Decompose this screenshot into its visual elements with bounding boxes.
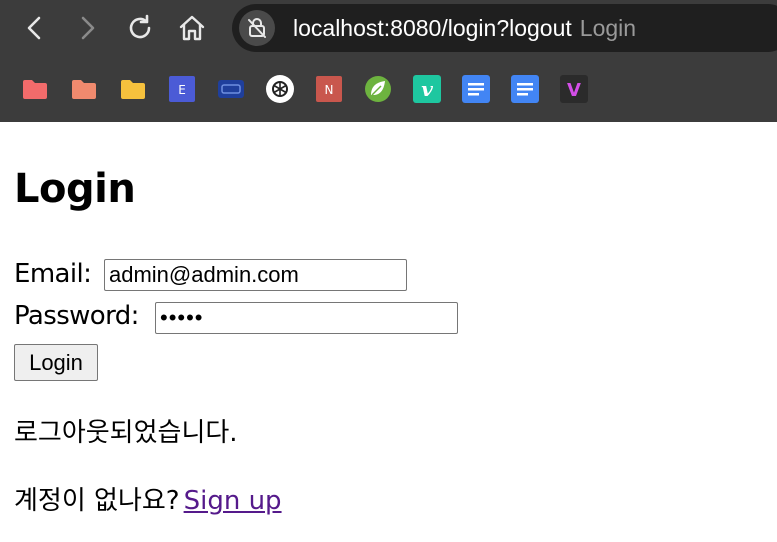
page-tab-title: Login (579, 15, 637, 41)
docs-icon (511, 75, 539, 103)
bookmark-n-app[interactable]: N (315, 75, 343, 103)
back-button[interactable] (20, 13, 50, 43)
bookmark-docs-2[interactable] (511, 75, 539, 103)
bookmark-folder-1[interactable] (21, 75, 49, 103)
email-input[interactable]: admin@admin.com (104, 259, 407, 291)
vimeo-icon: v (413, 75, 441, 103)
bookmark-vimeo[interactable]: v (413, 75, 441, 103)
spring-leaf-icon (365, 76, 391, 102)
bookmark-openai[interactable] (266, 75, 294, 103)
folder-icon (23, 80, 47, 99)
reload-icon (129, 14, 151, 39)
signup-link[interactable]: Sign up (184, 486, 282, 516)
bookmark-e-app[interactable]: E (168, 75, 196, 103)
back-arrow-icon (27, 16, 41, 40)
folder-icon (121, 80, 145, 99)
docs-icon (462, 75, 490, 103)
forward-button[interactable] (72, 13, 102, 43)
site-info-button[interactable] (239, 10, 275, 46)
home-icon (179, 15, 205, 41)
bookmarks-bar: E N v V (0, 72, 777, 108)
openai-icon (266, 75, 294, 103)
logout-message: 로그아웃되었습니다. (14, 418, 238, 448)
signup-prompt: 계정이 없나요? Sign up (14, 480, 282, 517)
email-label: Email: (14, 259, 92, 289)
bookmark-folder-2[interactable] (70, 75, 98, 103)
svg-text:E: E (178, 83, 186, 97)
v-app-icon: V (560, 75, 588, 103)
e-app-icon: E (169, 76, 195, 102)
bookmark-docs-1[interactable] (462, 75, 490, 103)
login-button[interactable]: Login (14, 344, 98, 381)
svg-text:N: N (325, 83, 334, 97)
home-button[interactable] (177, 13, 207, 43)
svg-text:v: v (421, 77, 433, 101)
page-content: Login Email: admin@admin.com Password: •… (0, 122, 777, 542)
card-icon (218, 80, 244, 98)
bookmark-folder-3[interactable] (119, 75, 147, 103)
address-bar[interactable]: localhost:8080/login?logout Login (232, 4, 777, 52)
svg-text:V: V (567, 80, 581, 101)
n-app-icon: N (316, 76, 342, 102)
folder-icon (72, 80, 96, 99)
browser-chrome: localhost:8080/login?logout Login E N v … (0, 0, 777, 122)
url-text: localhost:8080/login?logout (293, 15, 572, 41)
password-label: Password: (14, 301, 139, 331)
page-title: Login (14, 166, 136, 212)
no-account-text: 계정이 없나요? (14, 486, 180, 516)
bookmark-spring[interactable] (364, 75, 392, 103)
forward-arrow-icon (81, 16, 95, 40)
not-secure-lock-icon (248, 18, 266, 38)
reload-button[interactable] (125, 13, 155, 43)
browser-toolbar: localhost:8080/login?logout Login (0, 0, 777, 56)
bookmark-card-app[interactable] (217, 75, 245, 103)
bookmark-v-app[interactable]: V (560, 75, 588, 103)
url-display[interactable]: localhost:8080/login?logout Login (293, 15, 636, 42)
password-input[interactable]: ••••• (155, 302, 458, 334)
